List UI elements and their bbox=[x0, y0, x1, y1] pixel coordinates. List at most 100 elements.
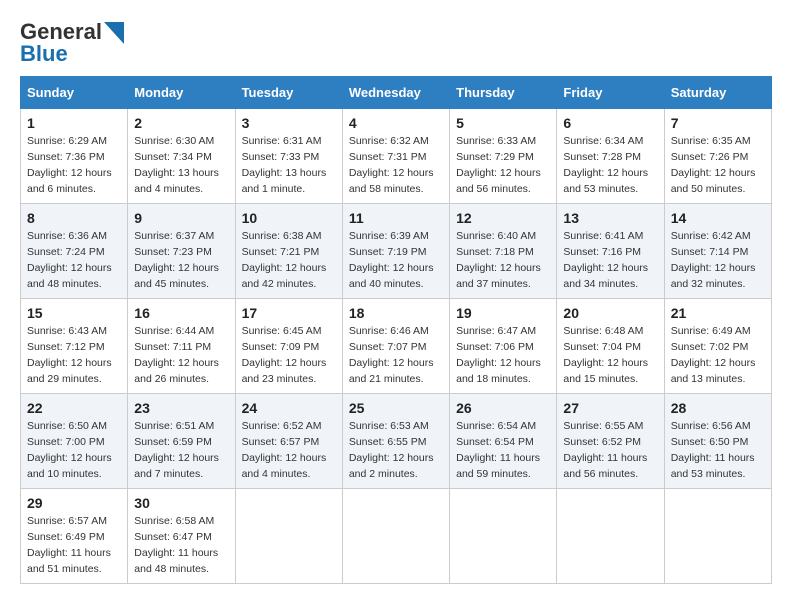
day-number: 13 bbox=[563, 210, 657, 226]
logo: General Blue bbox=[20, 20, 124, 66]
day-info: Sunrise: 6:41 AMSunset: 7:16 PMDaylight:… bbox=[563, 229, 657, 292]
calendar-cell: 25 Sunrise: 6:53 AMSunset: 6:55 PMDaylig… bbox=[342, 394, 449, 489]
calendar-cell: 17 Sunrise: 6:45 AMSunset: 7:09 PMDaylig… bbox=[235, 299, 342, 394]
day-info: Sunrise: 6:37 AMSunset: 7:23 PMDaylight:… bbox=[134, 229, 228, 292]
calendar-cell: 21 Sunrise: 6:49 AMSunset: 7:02 PMDaylig… bbox=[664, 299, 771, 394]
day-info: Sunrise: 6:54 AMSunset: 6:54 PMDaylight:… bbox=[456, 419, 550, 482]
day-info: Sunrise: 6:29 AMSunset: 7:36 PMDaylight:… bbox=[27, 134, 121, 197]
day-info: Sunrise: 6:47 AMSunset: 7:06 PMDaylight:… bbox=[456, 324, 550, 387]
calendar-cell: 27 Sunrise: 6:55 AMSunset: 6:52 PMDaylig… bbox=[557, 394, 664, 489]
day-number: 21 bbox=[671, 305, 765, 321]
calendar-cell: 4 Sunrise: 6:32 AMSunset: 7:31 PMDayligh… bbox=[342, 109, 449, 204]
day-number: 16 bbox=[134, 305, 228, 321]
day-info: Sunrise: 6:40 AMSunset: 7:18 PMDaylight:… bbox=[456, 229, 550, 292]
day-number: 6 bbox=[563, 115, 657, 131]
day-number: 11 bbox=[349, 210, 443, 226]
calendar-cell: 30 Sunrise: 6:58 AMSunset: 6:47 PMDaylig… bbox=[128, 489, 235, 584]
calendar-cell: 2 Sunrise: 6:30 AMSunset: 7:34 PMDayligh… bbox=[128, 109, 235, 204]
day-info: Sunrise: 6:44 AMSunset: 7:11 PMDaylight:… bbox=[134, 324, 228, 387]
calendar-cell: 28 Sunrise: 6:56 AMSunset: 6:50 PMDaylig… bbox=[664, 394, 771, 489]
header-sunday: Sunday bbox=[21, 77, 128, 109]
day-info: Sunrise: 6:55 AMSunset: 6:52 PMDaylight:… bbox=[563, 419, 657, 482]
day-number: 22 bbox=[27, 400, 121, 416]
day-info: Sunrise: 6:36 AMSunset: 7:24 PMDaylight:… bbox=[27, 229, 121, 292]
calendar-cell: 9 Sunrise: 6:37 AMSunset: 7:23 PMDayligh… bbox=[128, 204, 235, 299]
calendar-cell bbox=[235, 489, 342, 584]
header-tuesday: Tuesday bbox=[235, 77, 342, 109]
day-info: Sunrise: 6:58 AMSunset: 6:47 PMDaylight:… bbox=[134, 514, 228, 577]
calendar-cell: 24 Sunrise: 6:52 AMSunset: 6:57 PMDaylig… bbox=[235, 394, 342, 489]
day-number: 9 bbox=[134, 210, 228, 226]
day-info: Sunrise: 6:46 AMSunset: 7:07 PMDaylight:… bbox=[349, 324, 443, 387]
calendar-table: SundayMondayTuesdayWednesdayThursdayFrid… bbox=[20, 76, 772, 584]
calendar-cell: 5 Sunrise: 6:33 AMSunset: 7:29 PMDayligh… bbox=[450, 109, 557, 204]
logo-blue: Blue bbox=[20, 42, 124, 66]
calendar-cell: 14 Sunrise: 6:42 AMSunset: 7:14 PMDaylig… bbox=[664, 204, 771, 299]
logo-arrow-icon bbox=[104, 22, 124, 44]
day-number: 30 bbox=[134, 495, 228, 511]
calendar-cell: 22 Sunrise: 6:50 AMSunset: 7:00 PMDaylig… bbox=[21, 394, 128, 489]
logo: General Blue bbox=[20, 20, 124, 66]
day-number: 2 bbox=[134, 115, 228, 131]
calendar-cell bbox=[450, 489, 557, 584]
calendar-cell: 12 Sunrise: 6:40 AMSunset: 7:18 PMDaylig… bbox=[450, 204, 557, 299]
header-saturday: Saturday bbox=[664, 77, 771, 109]
calendar-cell: 7 Sunrise: 6:35 AMSunset: 7:26 PMDayligh… bbox=[664, 109, 771, 204]
day-number: 10 bbox=[242, 210, 336, 226]
day-number: 7 bbox=[671, 115, 765, 131]
day-info: Sunrise: 6:43 AMSunset: 7:12 PMDaylight:… bbox=[27, 324, 121, 387]
calendar-cell: 19 Sunrise: 6:47 AMSunset: 7:06 PMDaylig… bbox=[450, 299, 557, 394]
calendar-cell: 10 Sunrise: 6:38 AMSunset: 7:21 PMDaylig… bbox=[235, 204, 342, 299]
day-number: 20 bbox=[563, 305, 657, 321]
calendar-header-row: SundayMondayTuesdayWednesdayThursdayFrid… bbox=[21, 77, 772, 109]
day-info: Sunrise: 6:49 AMSunset: 7:02 PMDaylight:… bbox=[671, 324, 765, 387]
calendar-cell: 18 Sunrise: 6:46 AMSunset: 7:07 PMDaylig… bbox=[342, 299, 449, 394]
day-number: 14 bbox=[671, 210, 765, 226]
day-number: 15 bbox=[27, 305, 121, 321]
calendar-cell: 23 Sunrise: 6:51 AMSunset: 6:59 PMDaylig… bbox=[128, 394, 235, 489]
calendar-week-row: 29 Sunrise: 6:57 AMSunset: 6:49 PMDaylig… bbox=[21, 489, 772, 584]
header-thursday: Thursday bbox=[450, 77, 557, 109]
calendar-week-row: 8 Sunrise: 6:36 AMSunset: 7:24 PMDayligh… bbox=[21, 204, 772, 299]
day-info: Sunrise: 6:42 AMSunset: 7:14 PMDaylight:… bbox=[671, 229, 765, 292]
calendar-cell: 8 Sunrise: 6:36 AMSunset: 7:24 PMDayligh… bbox=[21, 204, 128, 299]
day-number: 27 bbox=[563, 400, 657, 416]
calendar-cell: 15 Sunrise: 6:43 AMSunset: 7:12 PMDaylig… bbox=[21, 299, 128, 394]
day-info: Sunrise: 6:45 AMSunset: 7:09 PMDaylight:… bbox=[242, 324, 336, 387]
calendar-cell: 16 Sunrise: 6:44 AMSunset: 7:11 PMDaylig… bbox=[128, 299, 235, 394]
day-number: 25 bbox=[349, 400, 443, 416]
calendar-cell: 1 Sunrise: 6:29 AMSunset: 7:36 PMDayligh… bbox=[21, 109, 128, 204]
day-info: Sunrise: 6:35 AMSunset: 7:26 PMDaylight:… bbox=[671, 134, 765, 197]
day-info: Sunrise: 6:34 AMSunset: 7:28 PMDaylight:… bbox=[563, 134, 657, 197]
day-number: 3 bbox=[242, 115, 336, 131]
calendar-cell: 3 Sunrise: 6:31 AMSunset: 7:33 PMDayligh… bbox=[235, 109, 342, 204]
day-info: Sunrise: 6:39 AMSunset: 7:19 PMDaylight:… bbox=[349, 229, 443, 292]
day-info: Sunrise: 6:30 AMSunset: 7:34 PMDaylight:… bbox=[134, 134, 228, 197]
day-info: Sunrise: 6:31 AMSunset: 7:33 PMDaylight:… bbox=[242, 134, 336, 197]
header-wednesday: Wednesday bbox=[342, 77, 449, 109]
day-number: 23 bbox=[134, 400, 228, 416]
day-info: Sunrise: 6:38 AMSunset: 7:21 PMDaylight:… bbox=[242, 229, 336, 292]
calendar-cell bbox=[664, 489, 771, 584]
calendar-cell: 20 Sunrise: 6:48 AMSunset: 7:04 PMDaylig… bbox=[557, 299, 664, 394]
day-number: 24 bbox=[242, 400, 336, 416]
day-number: 18 bbox=[349, 305, 443, 321]
day-info: Sunrise: 6:48 AMSunset: 7:04 PMDaylight:… bbox=[563, 324, 657, 387]
calendar-week-row: 1 Sunrise: 6:29 AMSunset: 7:36 PMDayligh… bbox=[21, 109, 772, 204]
calendar-cell: 26 Sunrise: 6:54 AMSunset: 6:54 PMDaylig… bbox=[450, 394, 557, 489]
day-info: Sunrise: 6:53 AMSunset: 6:55 PMDaylight:… bbox=[349, 419, 443, 482]
header-friday: Friday bbox=[557, 77, 664, 109]
day-info: Sunrise: 6:52 AMSunset: 6:57 PMDaylight:… bbox=[242, 419, 336, 482]
header-monday: Monday bbox=[128, 77, 235, 109]
day-info: Sunrise: 6:50 AMSunset: 7:00 PMDaylight:… bbox=[27, 419, 121, 482]
page-header: General Blue bbox=[20, 20, 772, 66]
calendar-cell bbox=[342, 489, 449, 584]
day-info: Sunrise: 6:56 AMSunset: 6:50 PMDaylight:… bbox=[671, 419, 765, 482]
day-number: 26 bbox=[456, 400, 550, 416]
day-info: Sunrise: 6:57 AMSunset: 6:49 PMDaylight:… bbox=[27, 514, 121, 577]
day-number: 4 bbox=[349, 115, 443, 131]
day-number: 5 bbox=[456, 115, 550, 131]
day-info: Sunrise: 6:32 AMSunset: 7:31 PMDaylight:… bbox=[349, 134, 443, 197]
day-number: 8 bbox=[27, 210, 121, 226]
day-number: 12 bbox=[456, 210, 550, 226]
